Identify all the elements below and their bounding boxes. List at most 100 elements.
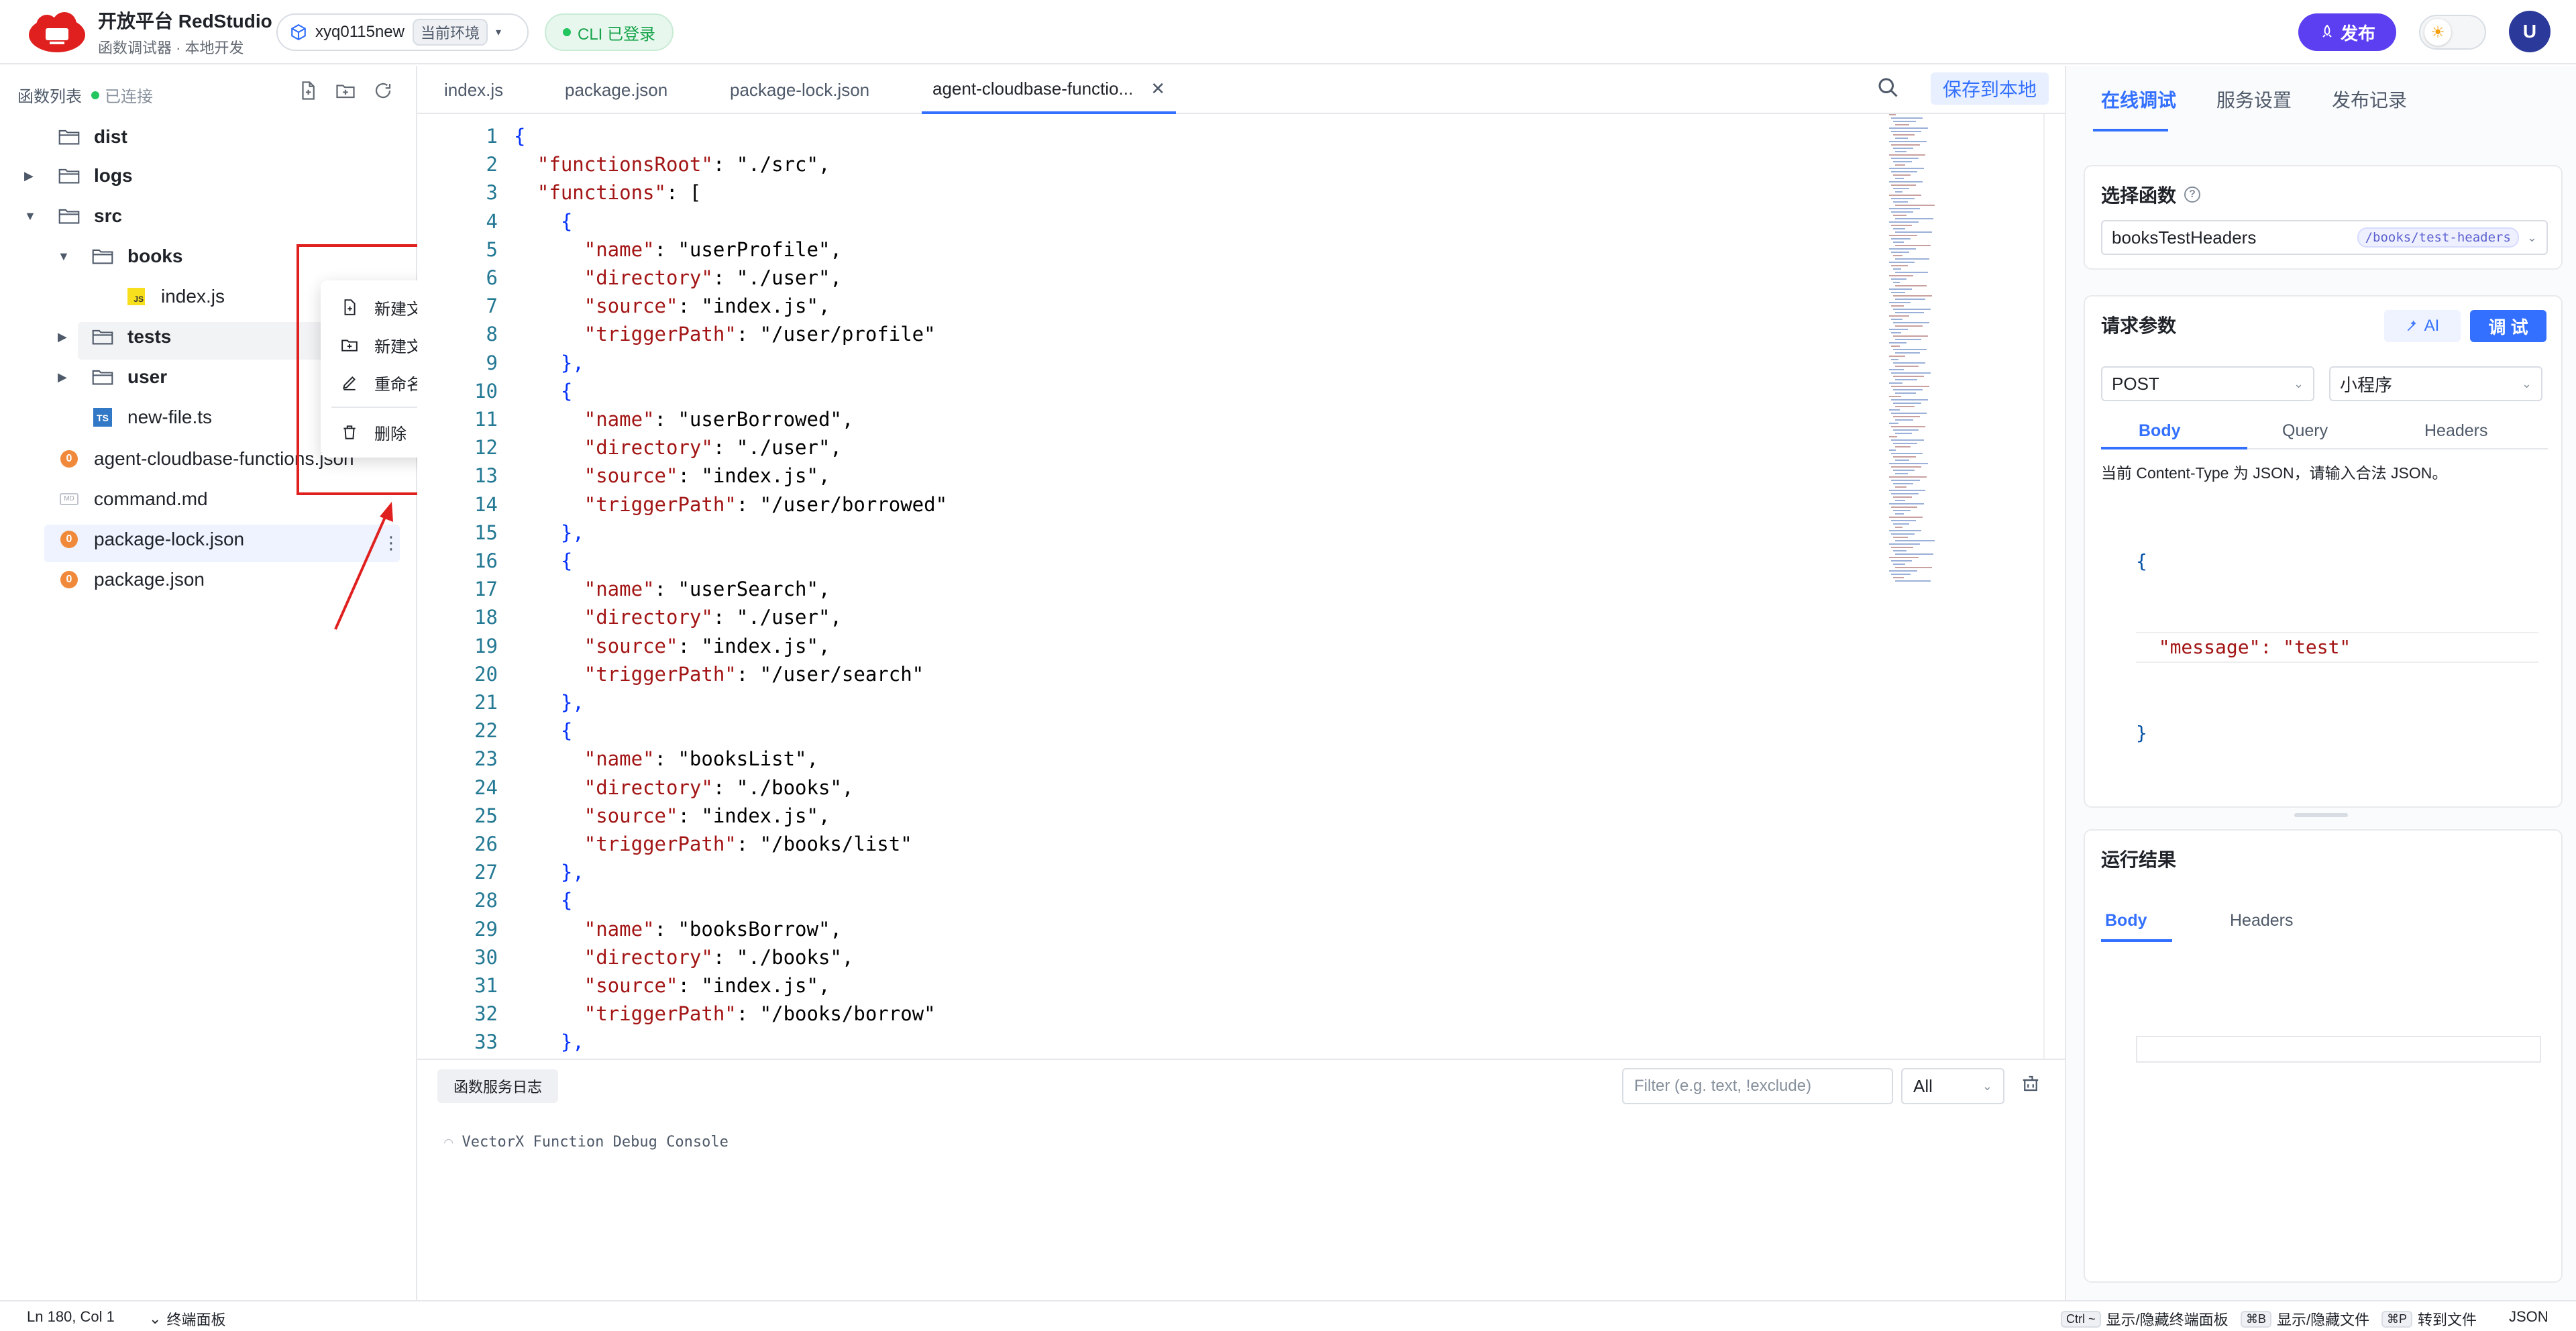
caret-right-icon[interactable]: ▶	[58, 330, 67, 344]
caret-right-icon[interactable]: ▶	[24, 169, 34, 183]
code-line: 27 },	[417, 858, 1893, 886]
more-icon[interactable]: ⋮	[382, 533, 400, 553]
line-content: "source": "index.js",	[584, 804, 830, 827]
language-mode[interactable]: JSON	[2509, 1308, 2548, 1326]
shortcut-text: 转到文件	[2418, 1312, 2477, 1328]
tree-item-package-json[interactable]: 0 package.json	[58, 561, 205, 598]
editor-scrollbar[interactable]	[2043, 114, 2055, 1060]
environment-selector[interactable]: xyq0115new 当前环境 ▾	[276, 13, 529, 51]
cube-icon	[291, 23, 306, 41]
code-line: 3 "functions": [	[417, 178, 1893, 207]
debug-run-button[interactable]: 调 试	[2470, 310, 2546, 342]
user-avatar[interactable]: U	[2509, 11, 2551, 52]
tree-item-package-lock-json[interactable]: 0 package-lock.json	[58, 521, 244, 558]
panel-resize-handle[interactable]	[2294, 813, 2348, 817]
help-icon[interactable]: ?	[2184, 187, 2201, 203]
request-params-title: 请求参数	[2101, 315, 2177, 336]
ai-button[interactable]: AI	[2384, 310, 2461, 342]
log-filter-input[interactable]: Filter (e.g. text, !exclude)	[1622, 1068, 1893, 1104]
shortcut-text: 显示/隐藏终端面板	[2106, 1312, 2229, 1328]
method-select[interactable]: POST ⌄	[2101, 366, 2314, 401]
minimap[interactable]	[1885, 114, 1945, 590]
response-body-viewer[interactable]	[2136, 1036, 2541, 1063]
code-line: 4 {	[417, 207, 1893, 235]
line-number: 33	[474, 1030, 498, 1054]
function-select-card: 选择函数 ? booksTestHeaders /books/test-head…	[2084, 165, 2563, 270]
folder-icon	[58, 166, 80, 185]
line-content: "triggerPath": "/user/search"	[584, 662, 924, 686]
tab-online-debug[interactable]: 在线调试	[2101, 86, 2176, 113]
line-content: {	[560, 379, 573, 403]
code-line: 15 },	[417, 519, 1893, 547]
tab-index-js[interactable]: index.js	[444, 66, 503, 114]
line-number: 18	[474, 606, 498, 629]
publish-label: 发布	[2340, 23, 2375, 44]
caret-down-icon[interactable]: ▼	[24, 209, 36, 223]
status-bar: Ln 180, Col 1 ⌄ 终端面板 Ctrl ~ 显示/隐藏终端面板 ⌘B…	[0, 1300, 2576, 1331]
search-icon[interactable]	[1876, 75, 1900, 99]
code-line: 13 "source": "index.js",	[417, 462, 1893, 490]
req-tab-query[interactable]: Query	[2282, 421, 2328, 441]
line-number: 28	[474, 889, 498, 912]
code-line: 30 "directory": "./books",	[417, 943, 1893, 971]
terminal-toggle[interactable]: ⌄ 终端面板	[149, 1308, 225, 1330]
req-tab-headers[interactable]: Headers	[2424, 421, 2488, 441]
publish-button[interactable]: 发布	[2298, 13, 2396, 51]
tab-agent-cloudbase-functions[interactable]: agent-cloudbase-functio... ✕	[922, 66, 1176, 114]
request-body-editor[interactable]: { "message": "test" }	[2136, 491, 2538, 804]
redstudio-logo-icon	[29, 12, 85, 52]
function-select[interactable]: booksTestHeaders /books/test-headers ⌄	[2101, 220, 2548, 255]
tree-item-index-js[interactable]: JS index.js	[125, 278, 225, 315]
log-level-select[interactable]: All ⌄	[1901, 1068, 2004, 1104]
new-file-icon[interactable]	[298, 81, 318, 101]
line-content: },	[560, 521, 584, 544]
tab-package-lock-json[interactable]: package-lock.json	[730, 66, 869, 114]
line-number: 4	[486, 209, 498, 233]
tab-service-settings[interactable]: 服务设置	[2216, 86, 2292, 113]
tree-item-logs[interactable]: ▶ logs	[24, 157, 133, 195]
folder-icon	[91, 368, 114, 386]
code-area[interactable]: 1{2 "functionsRoot": "./src", 3 "function…	[417, 114, 2065, 1060]
log-level-value: All	[1913, 1075, 1933, 1096]
caret-down-icon[interactable]: ▼	[58, 250, 70, 264]
tree-item-new-file-ts[interactable]: TS new-file.ts	[91, 398, 212, 436]
tree-item-books[interactable]: ▼ books	[58, 237, 182, 275]
close-icon[interactable]: ✕	[1150, 78, 1165, 99]
res-tab-body[interactable]: Body	[2105, 911, 2147, 930]
tab-publish-history[interactable]: 发布记录	[2332, 86, 2407, 113]
tree-item-src[interactable]: ▼ src	[24, 197, 122, 235]
code-line: 25 "source": "index.js",	[417, 802, 1893, 830]
refresh-icon[interactable]	[373, 81, 393, 101]
new-folder-icon[interactable]	[335, 81, 356, 101]
tree-item-command-md[interactable]: MD command.md	[58, 480, 208, 518]
line-number: 7	[486, 295, 498, 318]
shortcut-hint-goto: ⌘P 转到文件	[2381, 1308, 2477, 1330]
tree-item-user[interactable]: ▶ user	[58, 358, 167, 396]
line-content: "name": "userBorrowed",	[584, 408, 854, 431]
chevron-down-icon: ⌄	[2293, 376, 2304, 390]
code-line: 14 "triggerPath": "/user/borrowed"	[417, 490, 1893, 519]
code-line: 18 "directory": "./user",	[417, 603, 1893, 631]
req-tab-body[interactable]: Body	[2139, 421, 2181, 441]
shortcut-hint-files: ⌘B 显示/隐藏文件	[2241, 1308, 2369, 1330]
code-line: 11 "name": "userBorrowed",	[417, 405, 1893, 433]
clear-log-icon[interactable]	[2021, 1073, 2041, 1094]
caret-right-icon[interactable]: ▶	[58, 370, 67, 384]
tab-package-json[interactable]: package.json	[565, 66, 667, 114]
log-tab[interactable]: 函数服务日志	[437, 1069, 559, 1103]
tree-item-tests[interactable]: ▶ tests	[58, 318, 171, 356]
save-to-local-button[interactable]: 保存到本地	[1931, 72, 2049, 105]
js-file-icon: JS	[125, 287, 148, 306]
code-line: 31 "source": "index.js",	[417, 971, 1893, 1000]
tree-item-label: command.md	[94, 488, 208, 509]
theme-toggle[interactable]: ☀	[2419, 15, 2486, 50]
console-text: VectorX Function Debug Console	[462, 1134, 729, 1151]
client-select[interactable]: 小程序 ⌄	[2329, 366, 2542, 401]
code-line: 1{	[417, 122, 1893, 150]
line-number: 23	[474, 747, 498, 771]
rocket-icon	[2322, 24, 2332, 38]
res-tab-headers[interactable]: Headers	[2230, 911, 2294, 930]
connection-status: 已连接	[91, 83, 153, 107]
tree-item-dist[interactable]: dist	[58, 118, 127, 156]
tree-item-label: new-file.ts	[127, 407, 213, 427]
